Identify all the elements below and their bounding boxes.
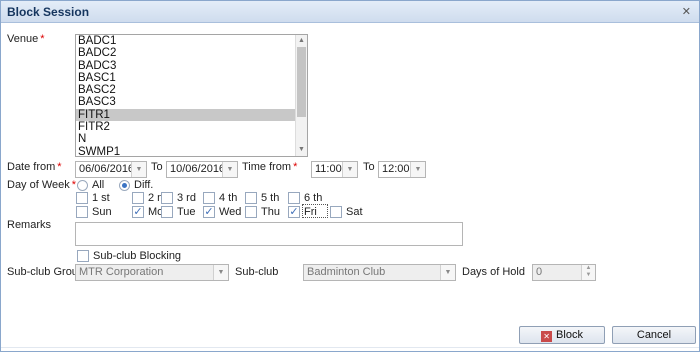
venue-option[interactable]: BADC1	[76, 35, 307, 47]
venue-listbox[interactable]: BADC1 BADC2 BADC3 BASC1 BASC2 BASC3 FITR1 FITR2…	[75, 34, 308, 157]
time-to-label: To	[363, 161, 375, 173]
remarks-textarea[interactable]	[75, 222, 463, 246]
day-sun-checkbox[interactable]	[76, 206, 88, 218]
day-sun-label: Sun	[92, 206, 112, 218]
days-of-hold-stepper[interactable]: 0 ▲ ▼	[532, 264, 596, 281]
venue-option[interactable]: BADC2	[76, 47, 307, 59]
focus-outline	[302, 204, 328, 218]
venue-scrollbar[interactable]: ▲ ▼	[295, 35, 307, 156]
subclub-blocking-checkbox[interactable]	[77, 250, 89, 262]
subclub-label: Sub-club	[235, 266, 279, 278]
venue-option[interactable]: FITR2	[76, 121, 307, 133]
radio-all[interactable]	[77, 180, 88, 191]
venue-option[interactable]: BASC2	[76, 84, 307, 96]
footer-divider	[1, 347, 699, 348]
subclub-value: Badminton Club	[307, 266, 386, 278]
date-from-field[interactable]: 06/06/2016 ▼	[75, 161, 147, 178]
week-2-checkbox[interactable]	[132, 192, 144, 204]
day-tue-label: Tue	[177, 206, 196, 218]
chevron-down-icon[interactable]: ▼	[440, 265, 455, 280]
day-sat-label: Sat	[346, 206, 363, 218]
venue-option[interactable]: N	[76, 133, 307, 145]
time-from-label: Time from *	[242, 161, 298, 173]
scroll-down-icon[interactable]: ▼	[298, 146, 305, 153]
subclub-group-value: MTR Corporation	[79, 266, 164, 278]
venue-option[interactable]: BADC3	[76, 60, 307, 72]
days-of-hold-label: Days of Hold	[462, 266, 525, 278]
venue-label: Venue *	[7, 33, 45, 45]
day-wed-label: Wed	[219, 206, 242, 218]
remarks-label: Remarks	[7, 219, 52, 231]
date-to-label: To	[151, 161, 163, 173]
week-3-checkbox[interactable]	[161, 192, 173, 204]
week-1-label: 1 st	[92, 192, 110, 204]
scrollbar-thumb[interactable]	[297, 47, 306, 117]
block-button[interactable]: ✕ Block	[519, 326, 605, 344]
radio-all-label: All	[92, 179, 105, 191]
days-of-hold-value: 0	[536, 266, 543, 278]
week-4-checkbox[interactable]	[203, 192, 215, 204]
week-4-label: 4 th	[219, 192, 238, 204]
venue-option[interactable]: SWMP1	[76, 146, 307, 156]
block-button-label: Block	[556, 329, 583, 341]
day-fri-checkbox[interactable]: ✓	[288, 206, 300, 218]
day-sat-checkbox[interactable]	[330, 206, 342, 218]
day-of-week-label: Day of Week *	[7, 179, 77, 191]
dialog-titlebar: Block Session ✕	[1, 1, 699, 23]
time-to-field[interactable]: 12:00 ▼	[378, 161, 426, 178]
block-session-dialog: Block Session ✕ Venue * BADC1 BADC2 BADC3 BA…	[0, 0, 700, 352]
day-wed-checkbox[interactable]: ✓	[203, 206, 215, 218]
week-5-checkbox[interactable]	[245, 192, 257, 204]
chevron-down-icon[interactable]: ▼	[342, 162, 357, 177]
subclub-group-select[interactable]: MTR Corporation ▼	[75, 264, 229, 281]
cancel-button[interactable]: Cancel	[612, 326, 696, 344]
week-3-label: 3 rd	[177, 192, 196, 204]
chevron-down-icon[interactable]: ▼	[410, 162, 425, 177]
date-from-label: Date from *	[7, 161, 62, 173]
date-from-value: 06/06/2016	[79, 163, 135, 175]
day-tue-checkbox[interactable]	[161, 206, 173, 218]
time-from-value: 11:00	[315, 163, 342, 175]
block-icon: ✕	[541, 331, 553, 342]
scroll-up-icon[interactable]: ▲	[298, 37, 305, 44]
day-thu-label: Thu	[261, 206, 280, 218]
dialog-title: Block Session	[7, 5, 90, 19]
chevron-down-icon[interactable]: ▼	[213, 265, 228, 280]
radio-diff-label: Diff.	[134, 179, 154, 191]
venue-option[interactable]: FITR1	[76, 108, 307, 122]
day-mon-checkbox[interactable]: ✓	[132, 206, 144, 218]
time-to-value: 12:00	[382, 163, 410, 175]
subclub-select[interactable]: Badminton Club ▼	[303, 264, 456, 281]
week-1-checkbox[interactable]	[76, 192, 88, 204]
cancel-button-label: Cancel	[636, 329, 672, 341]
venue-option[interactable]: BASC1	[76, 72, 307, 84]
date-to-field[interactable]: 10/06/2016 ▼	[166, 161, 238, 178]
chevron-down-icon[interactable]: ▼	[131, 162, 146, 177]
venue-option[interactable]: BASC3	[76, 96, 307, 108]
subclub-group-label: Sub-club Group	[7, 266, 85, 278]
week-6-checkbox[interactable]	[288, 192, 300, 204]
radio-diff[interactable]	[119, 180, 130, 191]
time-from-field[interactable]: 11:00 ▼	[311, 161, 358, 178]
subclub-blocking-label: Sub-club Blocking	[93, 250, 182, 262]
week-6-label: 6 th	[304, 192, 323, 204]
spinner-arrows-icon[interactable]: ▲ ▼	[581, 265, 595, 280]
date-to-value: 10/06/2016	[170, 163, 226, 175]
chevron-down-icon[interactable]: ▼	[222, 162, 237, 177]
close-icon[interactable]: ✕	[682, 5, 691, 18]
day-thu-checkbox[interactable]	[245, 206, 257, 218]
week-5-label: 5 th	[261, 192, 280, 204]
